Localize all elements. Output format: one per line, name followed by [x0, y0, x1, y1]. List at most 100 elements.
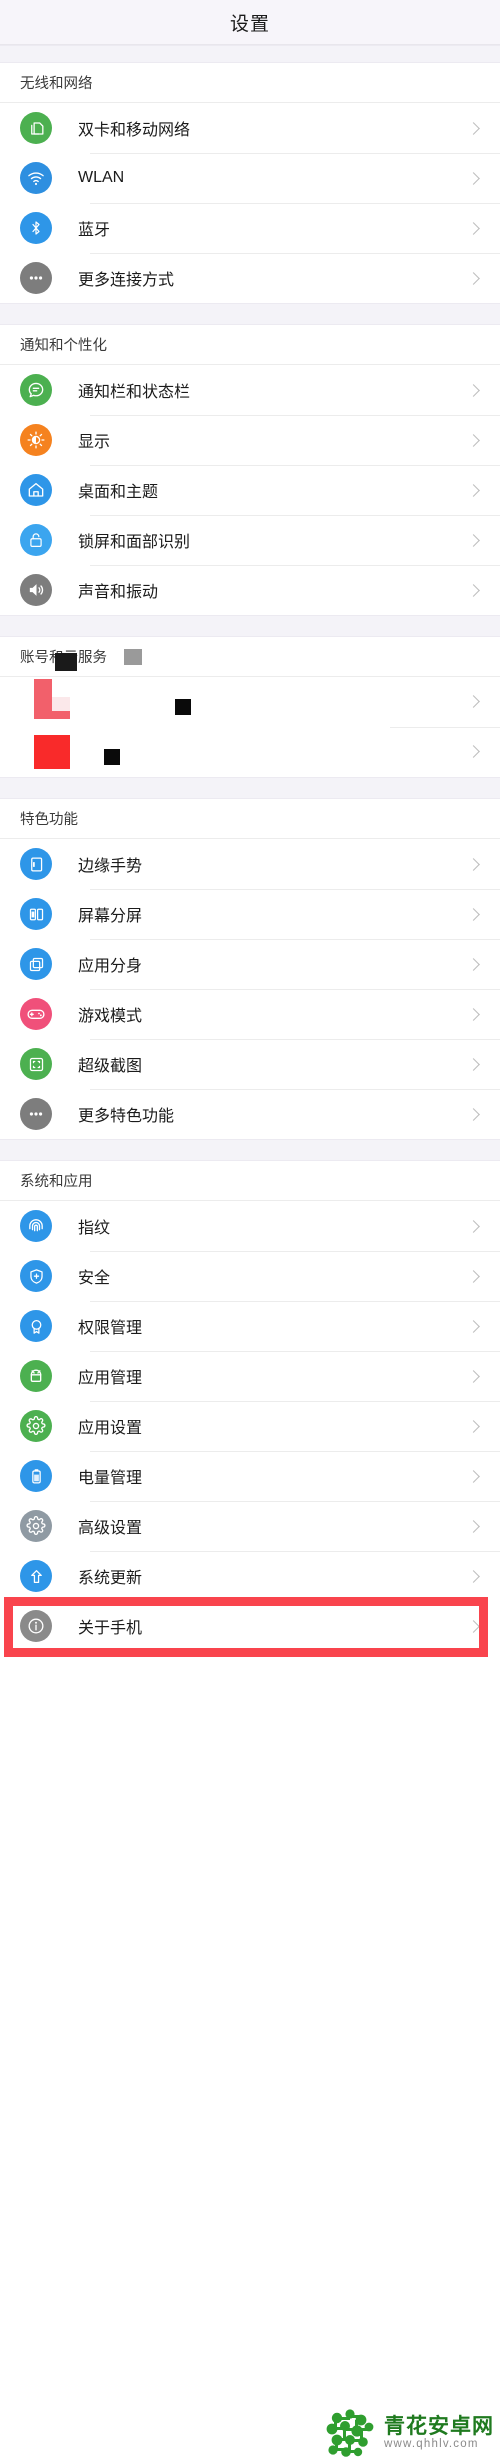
settings-row-label: 电量管理 [78, 1470, 143, 1487]
settings-row[interactable]: 超级截图 [0, 1039, 500, 1089]
corrupted-pixel-block [55, 653, 77, 671]
settings-row[interactable]: 边缘手势 [0, 839, 500, 889]
chevron-right-icon [467, 171, 480, 185]
corrupted-pixel-block [124, 649, 142, 665]
page-title: 设置 [229, 13, 270, 35]
settings-row[interactable]: 更多连接方式 [0, 253, 500, 303]
settings-row-label: WLAN [78, 169, 125, 186]
settings-row-label: 桌面和主题 [78, 484, 159, 501]
settings-row-label: 锁屏和面部识别 [78, 534, 191, 551]
settings-screen: 设置 无线和网络 双卡和移动网络 WLAN 蓝牙 更多连接方式 通知和个性化 通知栏和状态栏… [0, 0, 500, 2463]
section-divider [0, 1139, 500, 1161]
corrupted-pixel-block [34, 679, 52, 697]
gamepad-icon [20, 998, 52, 1030]
highlighted-row-wrapper: 关于手机 [0, 1597, 500, 1657]
app-header: 设置 [0, 0, 500, 45]
chevron-right-icon [467, 583, 480, 597]
account-cloud-glitched-section [0, 649, 500, 777]
molecule-logo-icon [326, 2409, 374, 2457]
settings-row[interactable]: WLAN [0, 153, 500, 203]
chevron-right-icon [467, 221, 480, 235]
section-header: 通知和个性化 [0, 325, 500, 365]
settings-row[interactable]: 权限管理 [0, 1301, 500, 1351]
settings-row[interactable]: 高级设置 [0, 1501, 500, 1551]
android-icon [20, 1360, 52, 1392]
edge-gesture-icon [20, 848, 52, 880]
settings-row[interactable]: 应用设置 [0, 1401, 500, 1451]
chevron-right-icon [467, 533, 480, 547]
settings-row[interactable]: 电量管理 [0, 1451, 500, 1501]
battery-icon [20, 1460, 52, 1492]
sim-card-icon [20, 112, 52, 144]
wifi-icon [20, 162, 52, 194]
section-divider [0, 303, 500, 325]
chevron-right-icon [467, 695, 480, 708]
settings-row[interactable]: 应用分身 [0, 939, 500, 989]
settings-row[interactable]: 应用管理 [0, 1351, 500, 1401]
settings-row-label: 关于手机 [78, 1620, 143, 1637]
shield-icon [20, 1260, 52, 1292]
screenshot-icon [20, 1048, 52, 1080]
settings-row[interactable]: 游戏模式 [0, 989, 500, 1039]
settings-row-label: 高级设置 [78, 1520, 143, 1537]
settings-row[interactable]: 声音和振动 [0, 565, 500, 615]
chevron-right-icon [467, 271, 480, 285]
chevron-right-icon [467, 1319, 480, 1333]
section-header-label: 特色功能 [20, 812, 78, 828]
watermark-url: www.qhhlv.com [384, 2438, 479, 2451]
settings-row-label: 蓝牙 [78, 222, 111, 239]
settings-row-label: 声音和振动 [78, 584, 159, 601]
chevron-right-icon [467, 483, 480, 497]
settings-row[interactable]: 指纹 [0, 1201, 500, 1251]
chevron-right-icon [467, 1219, 480, 1233]
settings-row-label: 权限管理 [78, 1320, 143, 1337]
settings-row[interactable]: 蓝牙 [0, 203, 500, 253]
settings-row-label: 应用设置 [78, 1420, 143, 1437]
settings-row-label: 超级截图 [78, 1058, 143, 1075]
section-header-label: 通知和个性化 [20, 338, 107, 354]
settings-row[interactable]: 更多特色功能 [0, 1089, 500, 1139]
site-watermark: 青花安卓网 www.qhhlv.com [323, 2409, 494, 2457]
list-item[interactable] [0, 727, 500, 777]
settings-row[interactable]: 系统更新 [0, 1551, 500, 1601]
settings-row-label: 更多连接方式 [78, 272, 175, 289]
settings-row[interactable]: 屏幕分屏 [0, 889, 500, 939]
home-icon [20, 474, 52, 506]
settings-row-label: 显示 [78, 434, 111, 451]
settings-row-label: 更多特色功能 [78, 1108, 175, 1125]
settings-row[interactable]: 通知栏和状态栏 [0, 365, 500, 415]
section-header: 特色功能 [0, 799, 500, 839]
settings-row[interactable]: 安全 [0, 1251, 500, 1301]
notification-bubble-icon [20, 374, 52, 406]
section-divider [0, 777, 500, 799]
list-item[interactable] [0, 677, 500, 727]
settings-row-label: 应用分身 [78, 958, 143, 975]
chevron-right-icon [467, 857, 480, 871]
settings-row-label: 游戏模式 [78, 1008, 143, 1025]
corrupted-pixel-block [104, 749, 120, 765]
corrupted-pixel-block [175, 699, 191, 715]
lock-icon [20, 524, 52, 556]
speaker-icon [20, 574, 52, 606]
settings-row[interactable]: 双卡和移动网络 [0, 103, 500, 153]
settings-row[interactable]: 显示 [0, 415, 500, 465]
settings-row-label: 系统更新 [78, 1570, 143, 1587]
chevron-right-icon [467, 121, 480, 135]
chevron-right-icon [467, 907, 480, 921]
settings-row[interactable]: 关于手机 [0, 1601, 500, 1651]
chevron-right-icon [467, 1107, 480, 1121]
app-clone-icon [20, 948, 52, 980]
settings-content: 无线和网络 双卡和移动网络 WLAN 蓝牙 更多连接方式 通知和个性化 通知栏和状态栏 显示桌… [0, 45, 500, 1657]
info-icon [20, 1610, 52, 1642]
more-dots-icon [20, 262, 52, 294]
settings-row-label: 指纹 [78, 1220, 111, 1237]
chevron-right-icon [467, 957, 480, 971]
settings-row[interactable]: 桌面和主题 [0, 465, 500, 515]
chevron-right-icon [467, 1519, 480, 1533]
settings-row-label: 屏幕分屏 [78, 908, 143, 925]
brightness-icon [20, 424, 52, 456]
settings-row[interactable]: 锁屏和面部识别 [0, 515, 500, 565]
settings-row-label: 边缘手势 [78, 858, 143, 875]
settings-row-label: 应用管理 [78, 1370, 143, 1387]
chevron-right-icon [467, 1057, 480, 1071]
